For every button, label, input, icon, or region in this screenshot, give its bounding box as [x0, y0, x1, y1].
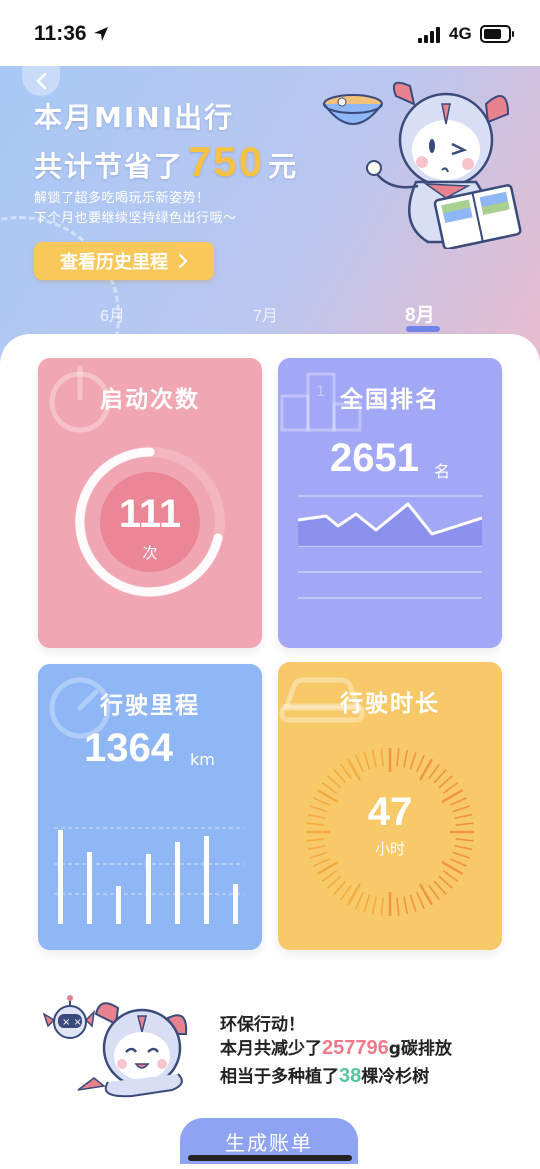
dial-tick [339, 884, 352, 901]
dial-tick [402, 749, 409, 768]
dial-tick [333, 880, 347, 895]
page-title: 本月MINI出行 [34, 101, 235, 134]
eco-trees-prefix: 相当于多种植了 [220, 1067, 339, 1087]
mileage-title: 行驶里程 [100, 693, 200, 719]
dial-tick [433, 880, 447, 895]
dial-tick [449, 858, 468, 867]
dial-tick [442, 870, 459, 883]
signal-icon [418, 27, 440, 43]
duration-unit: 小时 [374, 840, 405, 858]
eco-co2-prefix: 本月共减少了 [220, 1039, 322, 1059]
dial-tick [327, 775, 342, 789]
dial-tick [355, 754, 364, 773]
tab-july[interactable]: 7月 [253, 302, 278, 326]
national-rank-title: 全国排名 [340, 387, 440, 413]
mileage-value: 1364 [84, 726, 173, 770]
chevron-right-icon [178, 253, 188, 269]
content-panel: 启动次数 111 次 1 全国排名 2651 名 行驶里程 1364 km 行驶… [0, 334, 540, 1169]
dial-tick [339, 763, 352, 780]
view-history-label: 查看历史里程 [60, 252, 168, 273]
tab-june[interactable]: 6月 [100, 302, 125, 326]
dial-tick [321, 870, 338, 883]
dial-tick [438, 775, 453, 789]
location-arrow-icon [94, 27, 108, 41]
dial-tick [409, 894, 417, 913]
mileage-card[interactable]: 行驶里程 1364 km [38, 664, 262, 950]
eco-line-1: 环保行动！ [220, 1015, 305, 1035]
dial-tick [428, 884, 441, 901]
svg-text:× ×: × × [62, 1017, 82, 1028]
mascot-flying-illustration: × × [42, 995, 188, 1098]
co2-reduced-value: 257796 [322, 1037, 389, 1059]
duration-title: 行驶时长 [340, 691, 440, 717]
savings-suffix: 元 [268, 150, 299, 183]
eco-line-2: 本月共减少了257796g碳排放 [220, 1034, 452, 1060]
start-count-card[interactable]: 启动次数 111 次 [38, 358, 262, 648]
national-rank-value: 2651 [330, 436, 419, 480]
savings-title: 共计节省了 750 元 [34, 138, 298, 186]
rank-trend-chart [298, 495, 482, 599]
dial-tick [327, 875, 342, 889]
dial-tick [433, 769, 447, 784]
battery-icon [480, 25, 514, 43]
tab-august[interactable]: 8月 [405, 300, 435, 327]
start-count-unit: 次 [142, 544, 158, 562]
mascot-illustration [323, 81, 522, 249]
subtitle-line-1: 解锁了超多吃喝玩乐新姿势！ [34, 191, 210, 206]
dial-tick [416, 891, 425, 910]
dial-tick [355, 891, 364, 910]
eco-trees-suffix: 棵冷杉树 [361, 1067, 430, 1087]
national-rank-card[interactable]: 1 全国排名 2651 名 [278, 358, 502, 648]
dial-tick [428, 763, 441, 780]
dial-tick [312, 858, 331, 867]
generate-bill-label: 生成账单 [225, 1130, 313, 1155]
home-indicator [188, 1155, 352, 1161]
summary-header: 本月MINI出行 共计节省了 750 元 解锁了超多吃喝玩乐新姿势！ 下个月也要… [0, 66, 540, 366]
eco-line-3: 相当于多种植了38棵冷杉树 [220, 1062, 429, 1088]
dial-tick [380, 748, 384, 767]
dial-tick [438, 875, 453, 889]
mileage-bar-chart [54, 827, 244, 924]
dial-tick [333, 769, 347, 784]
active-tab-indicator [406, 326, 440, 332]
dial-tick [380, 897, 384, 916]
dial-tick [363, 751, 371, 770]
month-tabs: 6月 7月 8月 [0, 298, 540, 338]
status-time: 11:36 [34, 22, 87, 45]
mileage-unit: km [190, 750, 215, 769]
dial-tick [396, 748, 400, 767]
dial-tick [409, 751, 417, 770]
subtitle-line-2: 下个月也要继续坚持绿色出行哦～ [34, 211, 237, 226]
duration-card[interactable]: 行驶时长 47 小时 [278, 662, 502, 950]
view-history-button[interactable]: 查看历史里程 [34, 242, 214, 280]
national-rank-unit: 名 [434, 462, 451, 481]
start-count-title: 启动次数 [100, 387, 200, 413]
savings-prefix: 共计节省了 [34, 150, 185, 183]
duration-value: 47 [367, 790, 413, 834]
status-bar: 11:36 4G [0, 0, 540, 66]
start-count-value: 111 [118, 492, 182, 536]
trees-planted-value: 38 [339, 1065, 362, 1087]
dial-tick [396, 897, 400, 916]
dial-tick [416, 754, 425, 773]
eco-co2-suffix: g碳排放 [388, 1039, 452, 1059]
dial-tick [363, 894, 371, 913]
dial-tick [402, 896, 409, 915]
dial-tick [371, 749, 378, 768]
chevron-left-icon [36, 72, 47, 90]
network-label: 4G [449, 24, 472, 43]
back-button[interactable] [22, 66, 60, 96]
dial-tick [371, 896, 378, 915]
saved-amount: 750 [188, 138, 265, 185]
